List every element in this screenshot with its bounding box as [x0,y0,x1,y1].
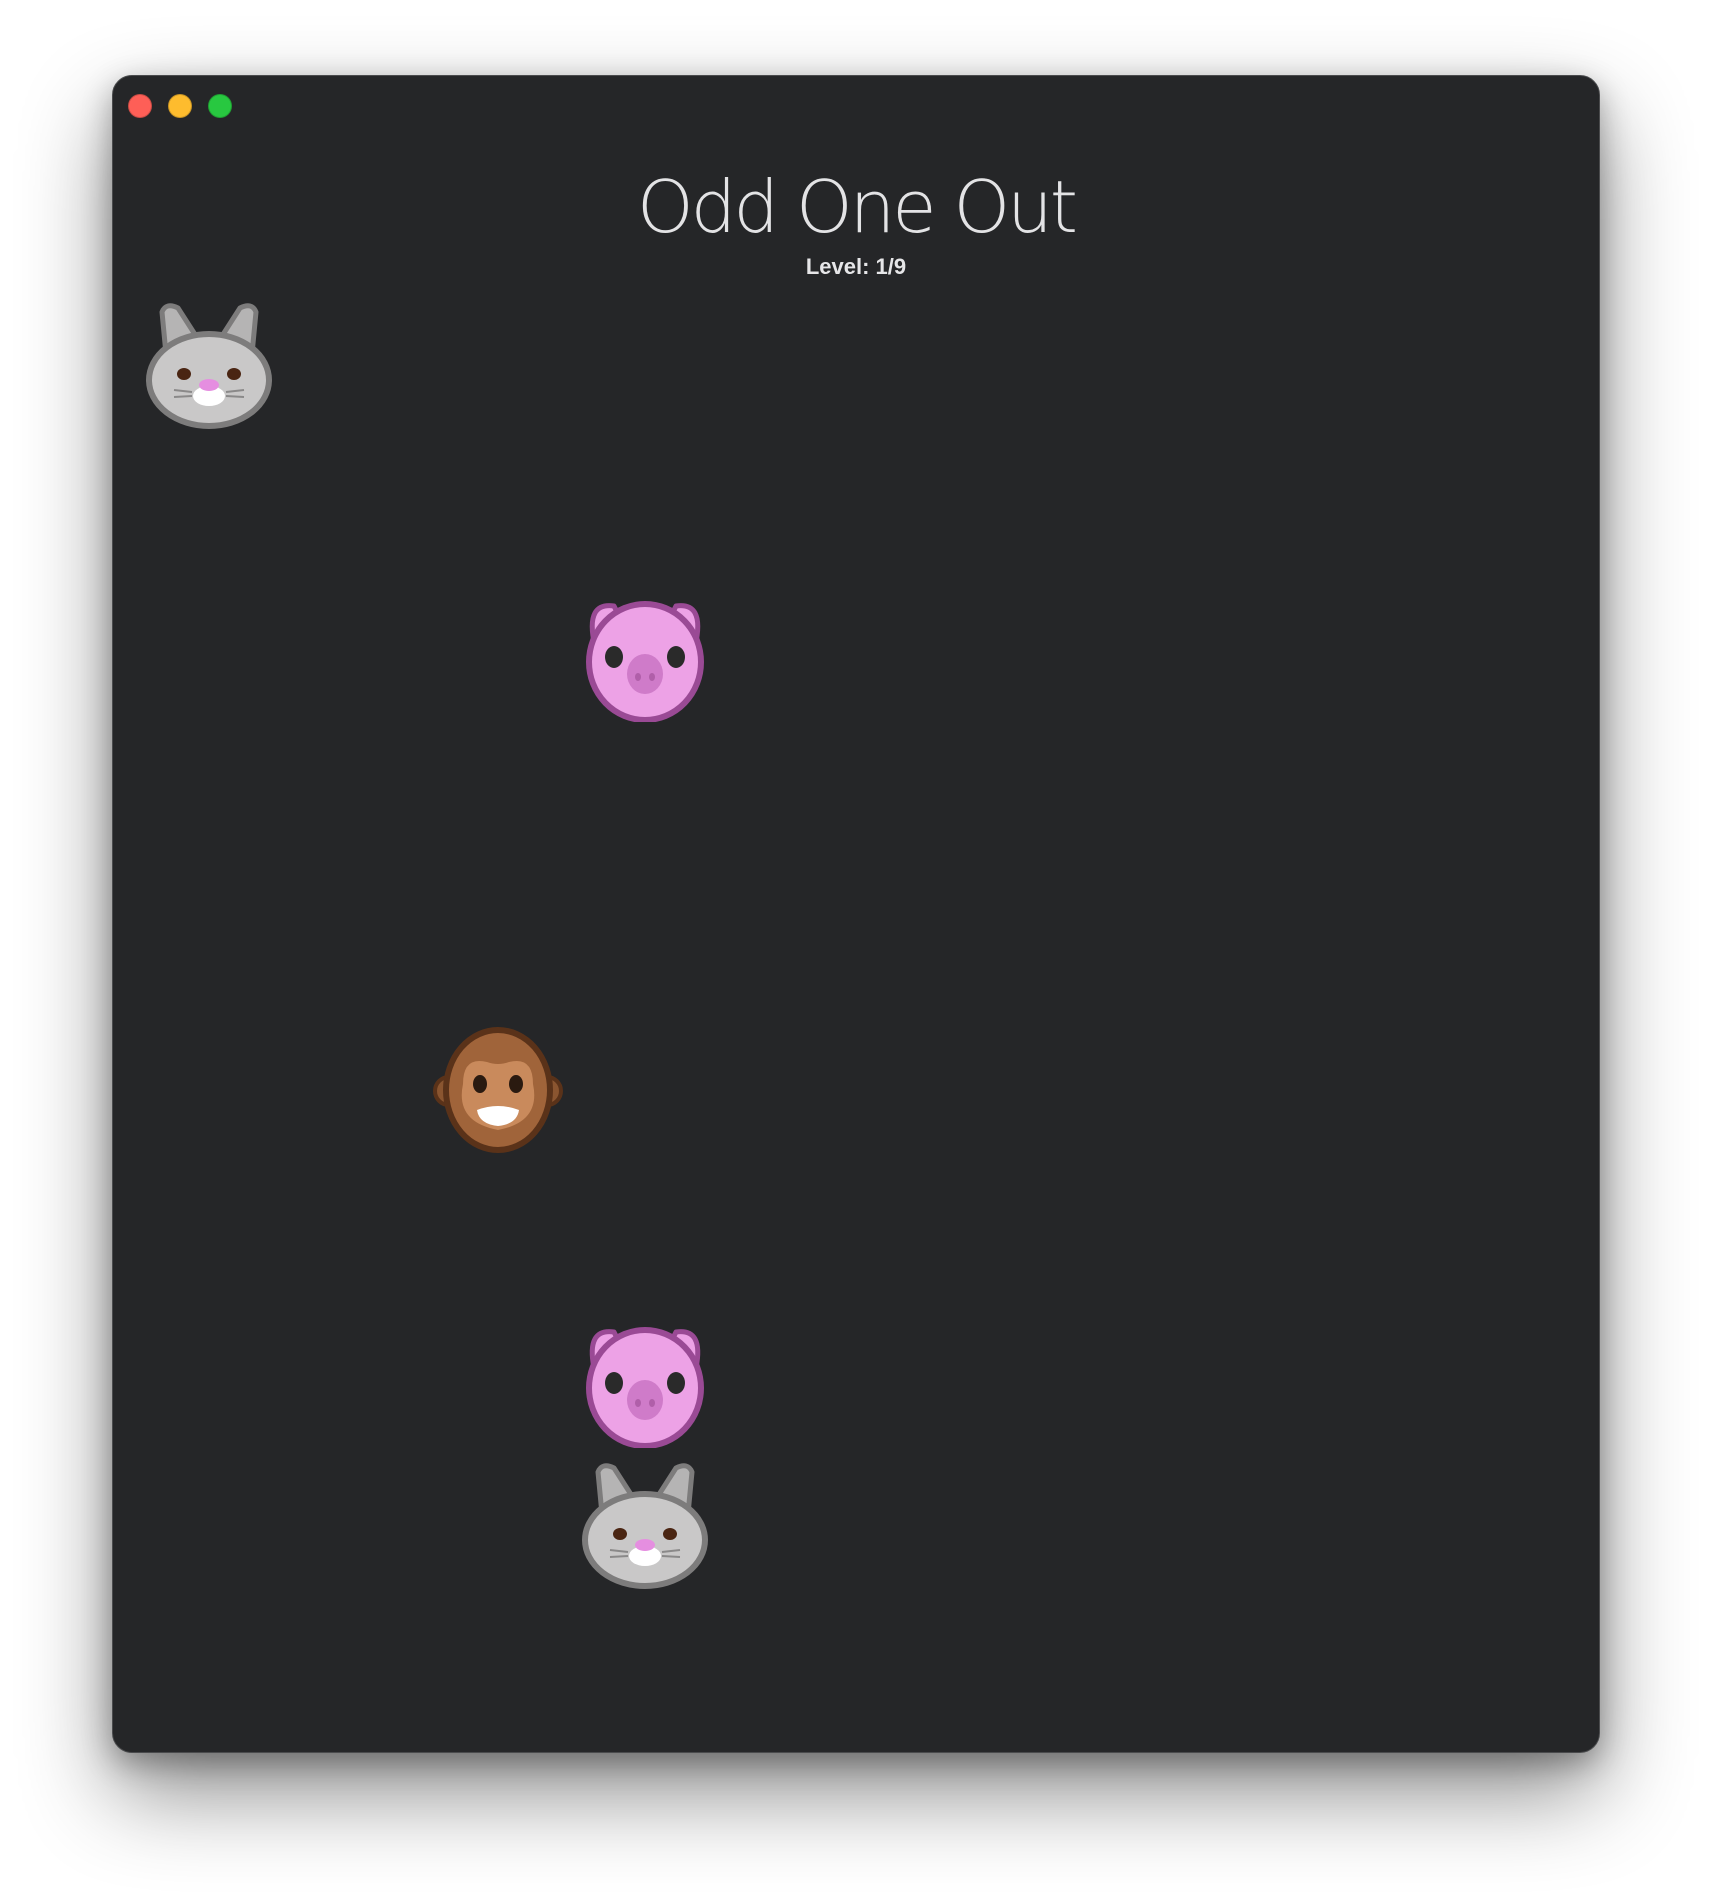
animal-tile-pig[interactable] [580,592,710,722]
rabbit-face-icon [146,303,272,429]
close-button[interactable] [128,94,152,118]
animal-tile-monkey[interactable] [433,1026,563,1156]
monkey-face-icon [433,1027,563,1153]
zoom-button[interactable] [208,94,232,118]
window-controls [128,94,232,118]
level-indicator: Level: 1/9 [805,254,907,279]
animal-tile-rabbit[interactable] [580,1462,710,1592]
animal-tile-pig[interactable] [580,1318,710,1448]
game-window: Odd One Out Level: 1/9 [112,75,1600,1753]
pig-face-icon [586,601,704,722]
animal-tile-rabbit[interactable] [144,302,274,432]
pig-face-icon [586,1327,704,1448]
rabbit-face-icon [582,1463,708,1589]
minimize-button[interactable] [168,94,192,118]
game-title: Odd One Out [637,165,1078,249]
